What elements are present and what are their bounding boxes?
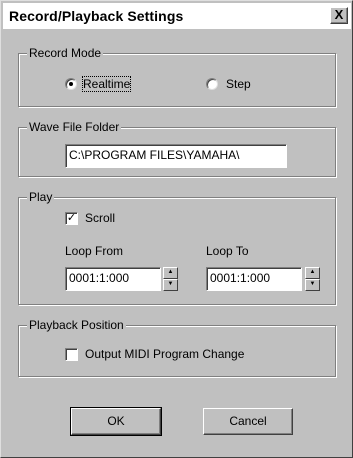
playback-position-legend: Playback Position: [27, 318, 126, 332]
scroll-checkbox[interactable]: ✓: [65, 212, 78, 225]
ok-button[interactable]: OK: [70, 407, 162, 436]
spin-up-icon: ▲: [309, 269, 316, 275]
play-group: Play ✓ Scroll Loop From 0001:1:000 ▲ ▼ L…: [18, 190, 336, 305]
playback-position-group: Playback Position Output MIDI Program Ch…: [18, 318, 336, 377]
cancel-button[interactable]: Cancel: [203, 408, 293, 435]
dialog-title: Record/Playback Settings: [9, 8, 184, 24]
title-bar[interactable]: Record/Playback Settings X: [3, 3, 351, 29]
radio-realtime-button[interactable]: [65, 78, 77, 90]
radio-selected-dot: [69, 82, 73, 86]
loop-to-spin-down[interactable]: ▼: [305, 279, 320, 291]
record-playback-settings-dialog: Record/Playback Settings X Record Mode R…: [0, 0, 353, 458]
midi-program-change-label[interactable]: Output MIDI Program Change: [85, 347, 244, 361]
loop-from-spinner[interactable]: ▲ ▼: [163, 267, 178, 291]
radio-step-button[interactable]: [206, 78, 218, 90]
radio-step-label[interactable]: Step: [226, 77, 251, 91]
record-mode-legend: Record Mode: [27, 46, 104, 60]
check-icon: ✓: [66, 212, 77, 224]
wave-file-folder-input[interactable]: C:\PROGRAM FILES\YAMAHA\: [65, 144, 287, 168]
loop-to-spin-up[interactable]: ▲: [305, 267, 320, 279]
loop-from-label: Loop From: [65, 244, 124, 258]
spin-down-icon: ▼: [167, 281, 174, 287]
radio-realtime-label[interactable]: Realtime: [81, 76, 132, 92]
loop-from-input[interactable]: 0001:1:000: [65, 267, 161, 291]
play-legend: Play: [27, 190, 55, 204]
loop-to-input[interactable]: 0001:1:000: [206, 267, 302, 291]
loop-from-spin-up[interactable]: ▲: [163, 267, 178, 279]
loop-from-spin-down[interactable]: ▼: [163, 279, 178, 291]
wave-file-folder-group: Wave File Folder C:\PROGRAM FILES\YAMAHA…: [18, 120, 336, 177]
spin-up-icon: ▲: [167, 269, 174, 275]
midi-program-change-checkbox[interactable]: [65, 348, 78, 361]
record-mode-group: Record Mode Realtime Step: [18, 46, 336, 107]
scroll-label[interactable]: Scroll: [85, 211, 115, 225]
close-button[interactable]: X: [330, 7, 348, 24]
wave-file-folder-legend: Wave File Folder: [27, 120, 122, 134]
loop-to-label: Loop To: [206, 244, 249, 258]
loop-to-spinner[interactable]: ▲ ▼: [305, 267, 320, 291]
close-icon: X: [334, 7, 344, 22]
spin-down-icon: ▼: [309, 281, 316, 287]
